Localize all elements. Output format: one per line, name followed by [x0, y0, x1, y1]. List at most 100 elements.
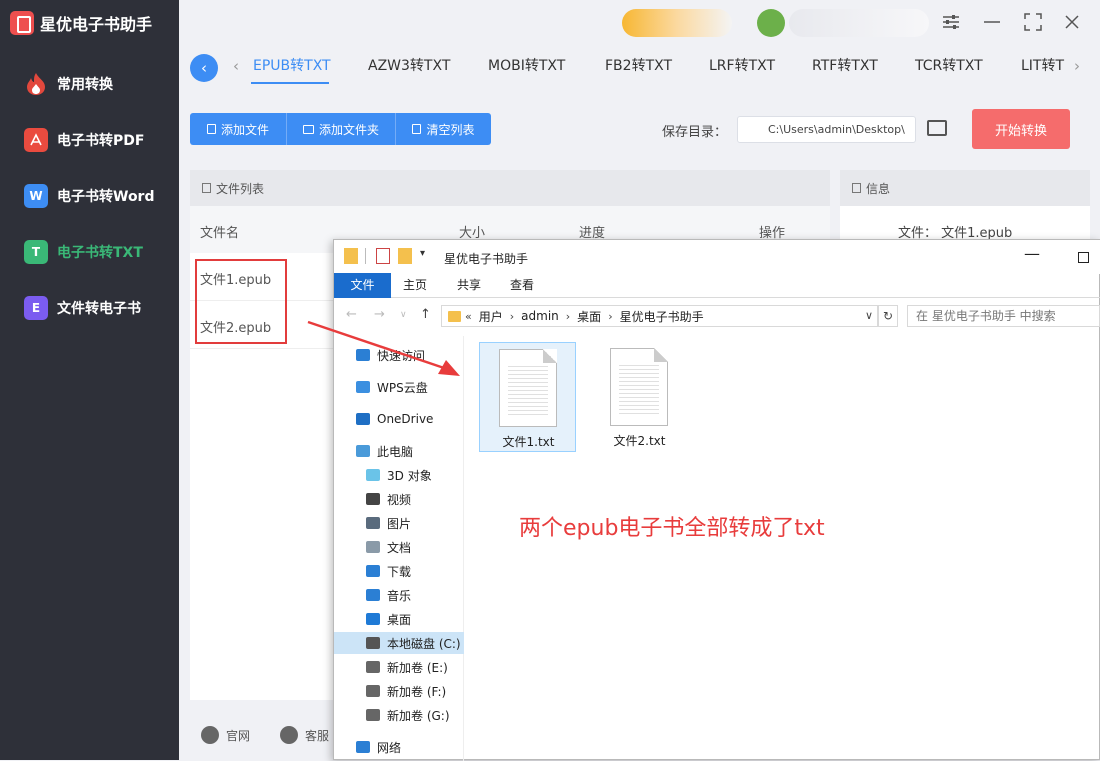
sidebar-item-pdf[interactable]: 电子书转PDF	[0, 118, 179, 162]
explorer-maximize-icon[interactable]	[1078, 252, 1089, 263]
add-file-button[interactable]: 添加文件	[190, 113, 287, 145]
ribbon-tab-share[interactable]: 共享	[449, 273, 489, 298]
tab-mobi-txt[interactable]: MOBI转TXT	[488, 55, 565, 75]
tab-scroll-left-icon[interactable]: ‹	[233, 57, 239, 75]
file-icon	[206, 124, 216, 134]
nav-tree-item[interactable]: 桌面	[334, 608, 464, 630]
settings-sliders-icon[interactable]	[940, 11, 962, 33]
fullscreen-icon[interactable]	[1022, 11, 1044, 33]
breadcrumb-item[interactable]: admin	[521, 309, 559, 323]
chevron-right-icon: ›	[608, 309, 613, 323]
nav-tree-item[interactable]: 图片	[334, 512, 464, 534]
add-folder-button[interactable]: 添加文件夹	[287, 113, 396, 145]
nav-tree-label: 新加卷 (E:)	[387, 660, 448, 675]
nav-tree-label: 视频	[387, 492, 412, 507]
sidebar-item-txt[interactable]: T 电子书转TXT	[0, 230, 179, 274]
minimize-icon[interactable]	[981, 11, 1003, 33]
chat-icon	[280, 726, 298, 744]
sidebar-item-common[interactable]: 常用转换	[0, 62, 179, 106]
nav-tree-item[interactable]: 下载	[334, 560, 464, 582]
explorer-search-input[interactable]: 在 星优电子书助手 中搜索	[907, 305, 1100, 327]
music-icon	[366, 589, 380, 601]
avatar[interactable]	[757, 9, 785, 37]
explorer-titlebar: ▾ 星优电子书助手 —	[334, 240, 1100, 274]
annotation-text: 两个epub电子书全部转成了txt	[519, 516, 825, 541]
promo-badge[interactable]	[622, 9, 732, 37]
tab-lit-txt[interactable]: LIT转T	[1021, 55, 1064, 75]
nav-tree-item[interactable]: 新加卷 (F:)	[334, 680, 464, 702]
nav-tree-label: 音乐	[387, 588, 412, 603]
nav-tree-label: 文档	[387, 540, 412, 555]
ribbon-tab-view[interactable]: 查看	[502, 273, 542, 298]
highlight-box	[195, 259, 287, 344]
tab-fb2-txt[interactable]: FB2转TXT	[605, 55, 672, 75]
nav-tree-item[interactable]: 本地磁盘 (C:)	[334, 632, 464, 654]
file-list-header: 文件列表	[190, 170, 830, 206]
explorer-ribbon: 文件 主页 共享 查看	[334, 273, 1100, 298]
annotation-arrow	[307, 320, 460, 376]
tab-azw3-txt[interactable]: AZW3转TXT	[368, 55, 450, 75]
sidebar-item-word[interactable]: W 电子书转Word	[0, 174, 179, 218]
sidebar-item-label: 电子书转Word	[57, 189, 155, 205]
cube-icon	[366, 469, 380, 481]
chevron-right-icon: ›	[565, 309, 571, 323]
folder-open-icon[interactable]	[927, 120, 947, 136]
nav-tree-item[interactable]: 新加卷 (G:)	[334, 704, 464, 726]
add-folder-label: 添加文件夹	[318, 122, 379, 137]
support-link[interactable]: 客服	[280, 726, 329, 744]
save-dir-input[interactable]: C:\Users\admin\Desktop\	[737, 116, 916, 143]
image-icon	[366, 517, 380, 529]
computer-icon	[356, 445, 370, 457]
qa-dropdown-icon[interactable]: ▾	[420, 248, 425, 259]
text-file-icon	[610, 348, 668, 426]
info-title: 信息	[866, 181, 891, 196]
website-link[interactable]: 官网	[201, 726, 250, 744]
address-bar[interactable]: « 用户 › admin › 桌面 › 星优电子书助手 ∨	[441, 305, 878, 327]
back-button[interactable]: ‹	[190, 54, 218, 82]
add-file-label: 添加文件	[220, 122, 269, 137]
nav-tree-item[interactable]: 3D 对象	[334, 464, 464, 486]
user-info[interactable]	[789, 9, 929, 37]
txt-icon: T	[24, 240, 48, 264]
drive-icon	[366, 709, 380, 721]
breadcrumb-item[interactable]: 桌面	[577, 308, 601, 325]
refresh-icon[interactable]: ↻	[878, 305, 898, 327]
app-logo-icon	[10, 11, 34, 35]
nav-tree-item[interactable]: OneDrive	[334, 408, 464, 430]
tab-rtf-txt[interactable]: RTF转TXT	[812, 55, 878, 75]
nav-tree-item[interactable]: 网络	[334, 736, 464, 758]
address-dropdown-icon[interactable]: ∨	[865, 309, 873, 322]
nav-tree-item[interactable]: 文档	[334, 536, 464, 558]
start-convert-button[interactable]: 开始转换	[972, 109, 1070, 149]
tab-tcr-txt[interactable]: TCR转TXT	[915, 55, 983, 75]
tab-scroll-right-icon[interactable]: ›	[1074, 57, 1080, 75]
document-icon	[366, 541, 380, 553]
nav-tree-item[interactable]: 新加卷 (E:)	[334, 656, 464, 678]
file-tile[interactable]: 文件1.txt	[479, 342, 576, 452]
sidebar-item-to-ebook[interactable]: E 文件转电子书	[0, 286, 179, 330]
nav-tree-item[interactable]: 此电脑	[334, 440, 464, 462]
nav-tree-label: OneDrive	[377, 412, 434, 426]
website-label: 官网	[226, 728, 251, 743]
explorer-title: 星优电子书助手	[444, 252, 529, 266]
breadcrumb-item[interactable]: 星优电子书助手	[620, 308, 704, 325]
file-tile[interactable]: 文件2.txt	[591, 342, 688, 452]
properties-icon[interactable]	[376, 248, 390, 264]
tab-lrf-txt[interactable]: LRF转TXT	[709, 55, 775, 75]
ribbon-tab-file[interactable]: 文件	[334, 273, 391, 298]
tab-epub-txt[interactable]: EPUB转TXT	[253, 55, 331, 75]
nav-tree-item[interactable]: 音乐	[334, 584, 464, 606]
word-icon: W	[24, 184, 48, 208]
explorer-minimize-icon[interactable]: —	[1024, 244, 1040, 263]
new-folder-icon[interactable]	[398, 248, 412, 264]
top-bar	[179, 0, 1100, 46]
nav-tree-item[interactable]: 视频	[334, 488, 464, 510]
clear-list-button[interactable]: 清空列表	[396, 113, 491, 145]
breadcrumb-item[interactable]: 用户	[479, 308, 503, 325]
nav-tree-label: 此电脑	[377, 444, 414, 459]
drive-icon	[366, 685, 380, 697]
file-list-title: 文件列表	[216, 181, 265, 196]
close-icon[interactable]	[1061, 11, 1083, 33]
app-title-text: 星优电子书助手	[40, 15, 153, 34]
ribbon-tab-home[interactable]: 主页	[395, 273, 435, 298]
